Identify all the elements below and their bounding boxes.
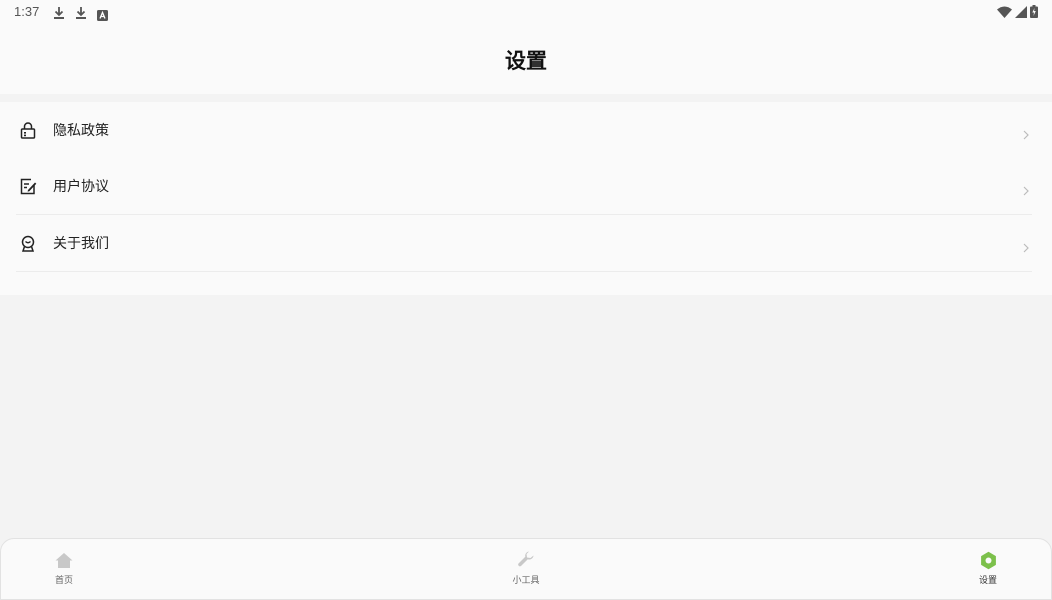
tab-label: 首页	[54, 576, 73, 586]
menu-item-label: 隐私政策	[53, 123, 109, 139]
menu-item-user-agreement[interactable]: 用户协议	[16, 158, 1032, 215]
tab-tools[interactable]: 小工具	[496, 550, 556, 586]
menu-item-about-us[interactable]: 关于我们	[16, 215, 1032, 272]
download-icon	[53, 5, 65, 19]
wifi-icon	[997, 3, 1012, 22]
app-notification-icon	[97, 6, 109, 21]
app-header: 设置	[0, 24, 1052, 94]
chevron-right-icon	[1022, 238, 1030, 253]
settings-menu: 隐私政策 用户协议 关于我们	[0, 102, 1052, 295]
tab-label: 小工具	[512, 576, 540, 586]
status-bar: 1:37	[0, 0, 1052, 24]
menu-item-label: 用户协议	[53, 179, 109, 195]
tab-label: 设置	[978, 576, 997, 586]
home-icon	[54, 550, 74, 570]
tab-settings[interactable]: 设置	[958, 550, 1018, 586]
menu-item-privacy-policy[interactable]: 隐私政策	[16, 102, 1032, 158]
page-title: 设置	[505, 49, 547, 73]
gear-icon	[978, 550, 998, 570]
chevron-right-icon	[1022, 125, 1030, 140]
document-edit-icon	[19, 177, 37, 195]
tab-home[interactable]: 首页	[34, 550, 94, 586]
battery-charging-icon	[1030, 3, 1038, 22]
cellular-signal-icon	[1015, 3, 1027, 22]
chevron-right-icon	[1022, 181, 1030, 196]
status-time: 1:37	[14, 4, 40, 19]
lock-icon	[19, 121, 37, 139]
wrench-icon	[516, 550, 536, 570]
download-icon	[75, 5, 87, 19]
menu-item-label: 关于我们	[53, 236, 109, 252]
info-person-icon	[19, 234, 37, 252]
